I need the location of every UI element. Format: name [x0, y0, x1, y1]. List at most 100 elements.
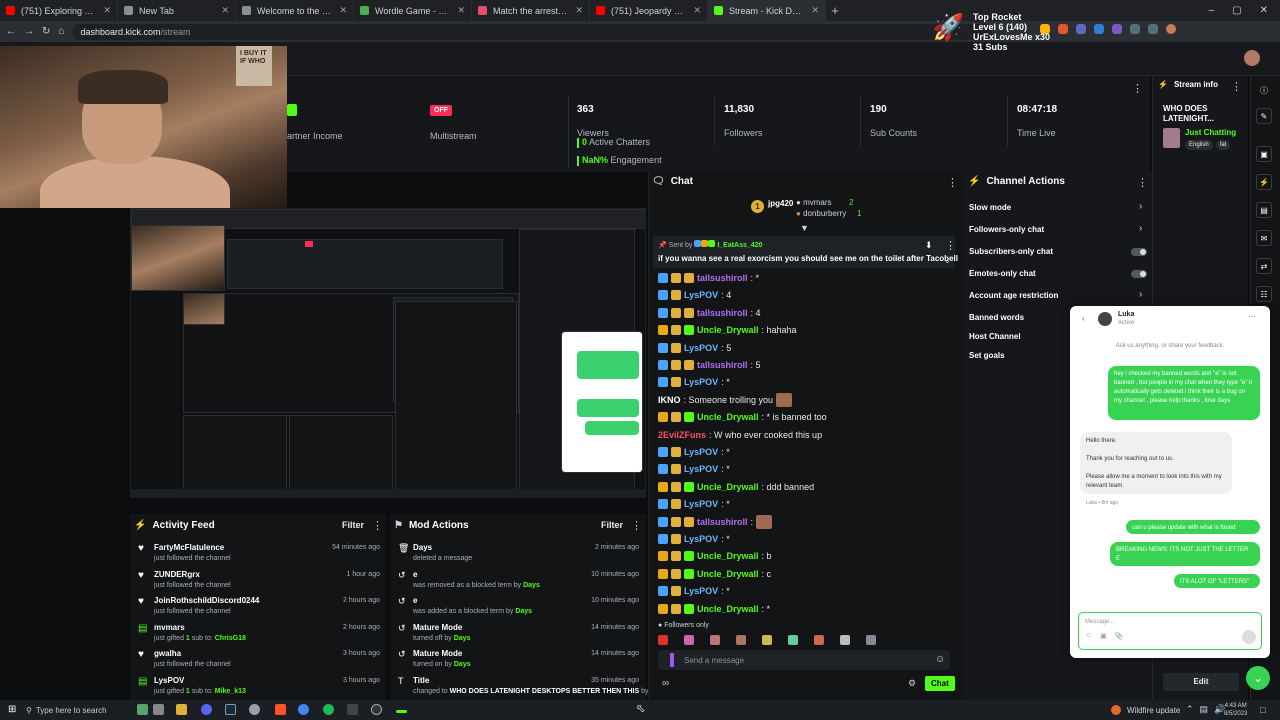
start-icon[interactable]: ⊞ [8, 704, 16, 715]
activity-filter-button[interactable]: Filter [342, 520, 364, 530]
toggle-switch[interactable] [1131, 270, 1147, 278]
mod-filter-button[interactable]: Filter [601, 520, 623, 530]
chat-username[interactable]: tallsushiroll [697, 360, 748, 370]
activity-user[interactable]: LysPOV [154, 676, 246, 685]
activity-user[interactable]: gwalha [154, 649, 231, 658]
channel-action-item[interactable]: Emotes-only chat [969, 269, 1036, 278]
chat-username[interactable]: LysPOV [684, 447, 718, 457]
audio-icon[interactable]: ⇄ [1256, 258, 1272, 274]
extension-icon[interactable] [1076, 24, 1086, 34]
settings-app-icon[interactable] [249, 704, 260, 715]
tab-close-icon[interactable]: ✕ [103, 5, 111, 16]
browser-tab[interactable]: (751) Exploring The Mystery Spot ✕ [0, 0, 118, 21]
emote-icon[interactable] [736, 635, 746, 645]
support-send-button[interactable] [1242, 630, 1256, 644]
extension-icon[interactable] [1112, 24, 1122, 34]
stats-more-icon[interactable]: ⋮ [1132, 82, 1143, 95]
info-icon[interactable]: ⓘ [1256, 82, 1272, 98]
chat-username[interactable]: LysPOV [684, 499, 718, 509]
toggle-switch[interactable] [1131, 248, 1147, 256]
obs-icon[interactable] [371, 704, 382, 715]
tab-close-icon[interactable]: ✕ [221, 5, 229, 16]
expand-arrow-icon[interactable]: ▼ [800, 223, 809, 233]
activity-user[interactable]: ZUNDERgrx [154, 570, 231, 579]
emote-icon[interactable] [788, 635, 798, 645]
chat-send-button[interactable]: Chat [925, 676, 955, 691]
emoji-icon[interactable]: ☺ [1085, 632, 1092, 640]
channel-action-item[interactable]: Slow mode [969, 203, 1011, 212]
widget-more-icon[interactable]: ⋯ [1248, 312, 1256, 321]
browser-tab[interactable]: Wordle Game - Play Unlimited ✕ [354, 0, 472, 21]
category-name[interactable]: Just Chatting [1185, 128, 1236, 137]
support-message-input[interactable] [1078, 612, 1262, 650]
tab-close-icon[interactable]: ✕ [457, 5, 465, 16]
extension-icon[interactable] [1130, 24, 1140, 34]
user-avatar[interactable] [1244, 50, 1260, 66]
weather-text[interactable]: Wildfire update [1127, 706, 1180, 715]
puzzle-icon[interactable] [1148, 24, 1158, 34]
network-icon[interactable]: ▤ [1200, 704, 1209, 715]
extension-icon[interactable] [1058, 24, 1068, 34]
activity-user[interactable]: mvmars [154, 623, 246, 632]
taskbar-app-icon[interactable] [347, 704, 358, 715]
document-icon[interactable]: ▤ [1256, 202, 1272, 218]
chat-username[interactable]: Uncle_Drywall [697, 412, 759, 422]
top-gifter-1[interactable]: jpg420 [768, 199, 793, 208]
emote-icon[interactable] [684, 635, 694, 645]
emote-icon[interactable] [814, 635, 824, 645]
tab-close-icon[interactable]: ✕ [339, 5, 347, 16]
emote-icon[interactable] [710, 635, 720, 645]
browser-tab[interactable]: Match the arrestee with their alleged ✕ [472, 0, 590, 21]
tab-close-icon[interactable]: ✕ [575, 5, 583, 16]
top-gifter-2[interactable]: ● mvmars [796, 198, 832, 207]
stream-preview[interactable] [130, 208, 646, 498]
taskbar-app-icon[interactable] [137, 704, 148, 715]
activity-user[interactable]: JoinRothschildDiscord0244 [154, 596, 259, 605]
support-toggle-button[interactable]: ⌄ [1246, 666, 1270, 690]
chat-username[interactable]: tallsushiroll [697, 308, 748, 318]
chat-username[interactable]: Uncle_Drywall [697, 604, 759, 614]
close-icon[interactable]: ✕ [1260, 5, 1268, 16]
back-chevron-icon[interactable]: ‹ [1082, 314, 1085, 323]
tab-close-icon[interactable]: ✕ [811, 5, 819, 16]
settings-icon[interactable]: ⚙ [908, 678, 916, 689]
top-gifter-3[interactable]: ● donburberry [796, 209, 846, 218]
browser-tab[interactable]: New Tab ✕ [118, 0, 236, 21]
chat-username[interactable]: Uncle_Drywall [697, 482, 759, 492]
chevron-up-icon[interactable]: ⌃ [1186, 704, 1194, 715]
emote-icon[interactable] [762, 635, 772, 645]
camera-icon[interactable]: ▣ [1256, 146, 1272, 162]
chat-more-icon[interactable]: ⋮ [947, 176, 958, 189]
taskbar-app-icon[interactable] [153, 704, 164, 715]
kick-icon[interactable] [396, 710, 407, 713]
browser-tab[interactable]: Stream - Kick Dashboard ✕ [708, 0, 826, 21]
extension-icon[interactable] [1094, 24, 1104, 34]
brave-icon[interactable] [275, 704, 286, 715]
chat-tools-icon[interactable]: ∞ [662, 678, 669, 689]
chat-username[interactable]: Uncle_Drywall [697, 569, 759, 579]
url-field[interactable]: dashboard.kick.com/stream [72, 23, 993, 40]
pinned-collapse-icon[interactable]: ⌄ [944, 256, 951, 265]
channel-action-item[interactable]: Followers-only chat [969, 225, 1044, 234]
emote-icon[interactable] [658, 635, 668, 645]
activity-more-icon[interactable]: ⋮ [372, 519, 383, 532]
chevron-right-icon[interactable]: › [1139, 289, 1142, 300]
chat-username[interactable]: LysPOV [684, 377, 718, 387]
chat-username[interactable]: LysPOV [684, 586, 718, 596]
forward-icon[interactable]: → [24, 26, 34, 37]
home-icon[interactable]: ⌂ [58, 26, 64, 37]
layout-icon[interactable]: ☷ [1256, 286, 1272, 302]
chrome-icon[interactable] [298, 704, 309, 715]
emoji-icon[interactable]: ☺ [935, 654, 945, 665]
activity-user[interactable]: FartyMcFlatulence [154, 543, 231, 552]
chat-username[interactable]: LysPOV [684, 534, 718, 544]
clock[interactable]: 4:43 AM 8/5/2023 [1224, 702, 1247, 718]
back-icon[interactable]: ← [6, 26, 16, 37]
stream-info-more-icon[interactable]: ⋮ [1231, 80, 1242, 93]
chevron-right-icon[interactable]: › [1139, 201, 1142, 212]
channel-action-item[interactable]: Account age restriction [969, 291, 1058, 300]
taskbar-search[interactable]: ⚲ Type here to search [26, 702, 126, 718]
channel-action-item[interactable]: Subscribers-only chat [969, 247, 1053, 256]
unpin-icon[interactable]: ⬇ [925, 240, 933, 251]
chat-username[interactable]: Uncle_Drywall [697, 551, 759, 561]
